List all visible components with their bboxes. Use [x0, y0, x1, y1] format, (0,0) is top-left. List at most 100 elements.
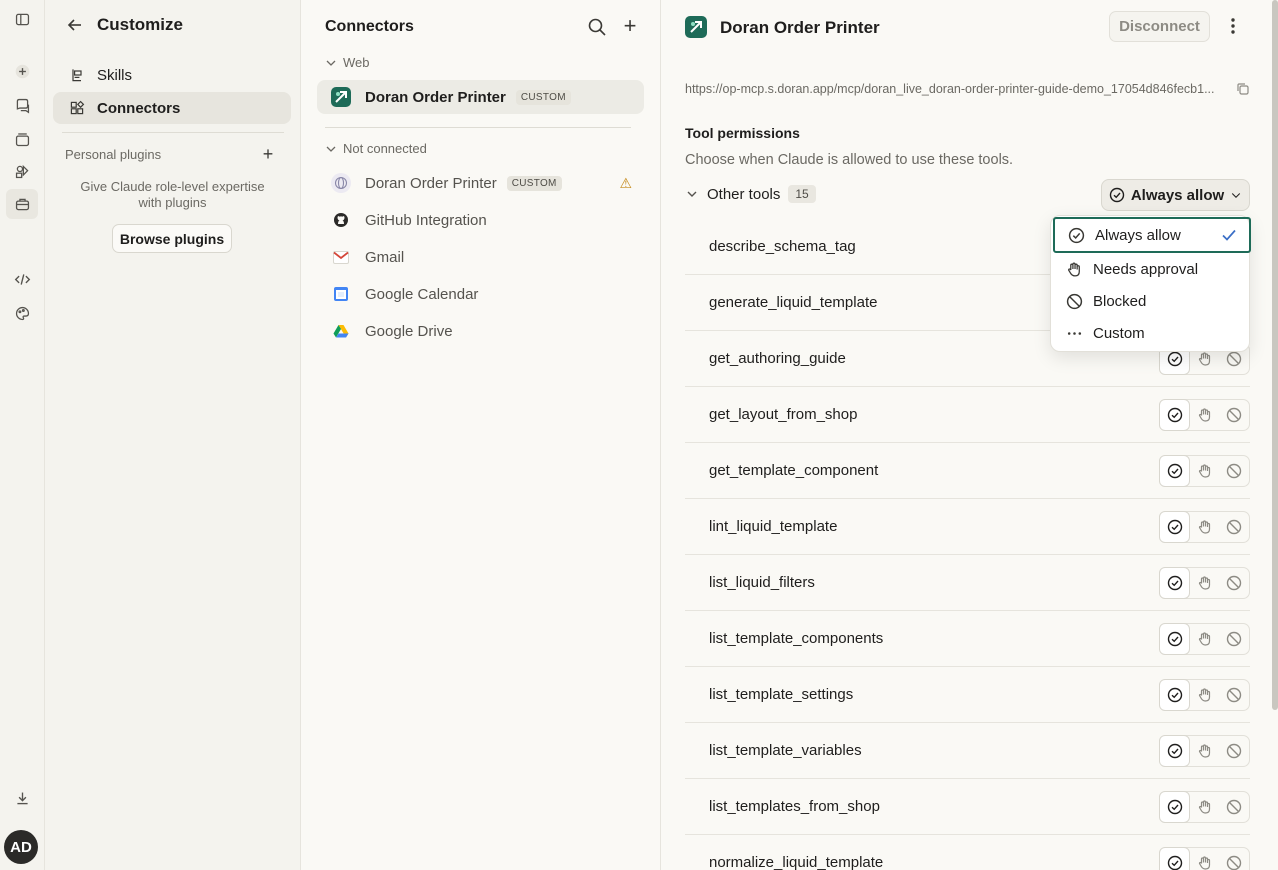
- projects-icon[interactable]: [11, 128, 33, 150]
- approval-permission-button[interactable]: [1190, 400, 1219, 430]
- google-drive-icon: [331, 321, 351, 341]
- connector-detail-panel: Doran Order Printer Disconnect https://o…: [661, 0, 1278, 870]
- disconnect-button[interactable]: Disconnect: [1109, 11, 1210, 42]
- chevron-down-icon: [687, 191, 697, 197]
- block-permission-button[interactable]: [1220, 680, 1249, 710]
- nav-item-connectors[interactable]: Connectors: [53, 92, 291, 124]
- tool-row: list_template_components: [685, 611, 1250, 667]
- divider: [325, 127, 631, 128]
- block-permission-button[interactable]: [1220, 736, 1249, 766]
- approval-permission-button[interactable]: [1190, 792, 1219, 822]
- tool-name: list_template_components: [709, 630, 884, 647]
- add-plugin-icon[interactable]: +: [259, 145, 277, 163]
- section-web[interactable]: Web: [325, 55, 370, 70]
- tool-name: list_template_settings: [709, 686, 854, 703]
- tool-row: get_template_component: [685, 443, 1250, 499]
- add-connector-icon[interactable]: +: [620, 15, 640, 37]
- group-permission-dropdown[interactable]: Always allow: [1101, 179, 1250, 211]
- allow-permission-button[interactable]: [1159, 791, 1191, 823]
- connector-url: https://op-mcp.s.doran.app/mcp/doran_liv…: [685, 82, 1215, 96]
- check-circle-icon: [1167, 351, 1182, 367]
- approval-permission-button[interactable]: [1190, 568, 1219, 598]
- github-icon: [331, 210, 351, 230]
- blocked-icon: [1227, 463, 1242, 479]
- block-permission-button[interactable]: [1220, 624, 1249, 654]
- check-circle-icon: [1167, 631, 1182, 647]
- option-always-allow[interactable]: Always allow: [1053, 217, 1251, 253]
- option-needs-approval[interactable]: Needs approval: [1055, 253, 1247, 285]
- allow-permission-button[interactable]: [1159, 399, 1191, 431]
- more-options-icon[interactable]: [1223, 16, 1243, 36]
- chevron-down-icon: [326, 60, 336, 66]
- download-icon[interactable]: [11, 787, 33, 809]
- block-permission-button[interactable]: [1220, 512, 1249, 542]
- divider: [62, 132, 284, 133]
- connector-item-google-calendar[interactable]: Google Calendar: [317, 277, 644, 311]
- other-tools-toggle[interactable]: Other tools 15: [685, 185, 816, 203]
- allow-permission-button[interactable]: [1159, 847, 1191, 870]
- palette-icon[interactable]: [11, 302, 33, 324]
- approval-permission-button[interactable]: [1190, 624, 1219, 654]
- new-chat-icon[interactable]: [11, 60, 33, 82]
- blocked-icon: [1227, 519, 1242, 535]
- code-icon[interactable]: [11, 268, 33, 290]
- hand-icon: [1198, 352, 1211, 366]
- option-blocked[interactable]: Blocked: [1055, 285, 1247, 317]
- connector-item-doran-order-printer-custom[interactable]: Doran Order Printer CUSTOM ⚠: [317, 166, 644, 200]
- allow-permission-button[interactable]: [1159, 735, 1191, 767]
- sidebar-toggle-icon[interactable]: [11, 8, 33, 30]
- tool-permission-toggle: [1159, 399, 1250, 431]
- plugins-description: Give Claude role-level expertise with pl…: [80, 179, 265, 210]
- copy-icon[interactable]: [1236, 82, 1250, 96]
- browse-plugins-button[interactable]: Browse plugins: [112, 224, 232, 253]
- hand-icon: [1198, 688, 1211, 702]
- allow-permission-button[interactable]: [1159, 567, 1191, 599]
- connector-item-github[interactable]: GitHub Integration: [317, 203, 644, 237]
- avatar[interactable]: AD: [4, 830, 38, 864]
- allow-permission-button[interactable]: [1159, 623, 1191, 655]
- allow-permission-button[interactable]: [1159, 511, 1191, 543]
- allow-permission-button[interactable]: [1159, 679, 1191, 711]
- tool-permission-toggle: [1159, 567, 1250, 599]
- connectors-icon: [70, 100, 85, 115]
- hand-icon: [1198, 800, 1211, 814]
- allow-permission-button[interactable]: [1159, 455, 1191, 487]
- block-permission-button[interactable]: [1220, 568, 1249, 598]
- tool-row: list_liquid_filters: [685, 555, 1250, 611]
- warning-icon: ⚠: [619, 174, 632, 191]
- permission-dropdown-menu: Always allow Needs approval Blocked Cust…: [1050, 215, 1251, 352]
- approval-permission-button[interactable]: [1190, 512, 1219, 542]
- tool-permission-toggle: [1159, 679, 1250, 711]
- connector-item-google-drive[interactable]: Google Drive: [317, 314, 644, 348]
- search-icon[interactable]: [587, 17, 607, 37]
- nav-item-skills[interactable]: Skills: [53, 59, 291, 91]
- connector-item-gmail[interactable]: Gmail: [317, 240, 644, 274]
- option-custom[interactable]: Custom: [1055, 317, 1247, 349]
- approval-permission-button[interactable]: [1190, 736, 1219, 766]
- approval-permission-button[interactable]: [1190, 456, 1219, 486]
- customize-icon[interactable]: [6, 189, 38, 219]
- check-circle-icon: [1109, 187, 1125, 203]
- tool-name: lint_liquid_template: [709, 518, 838, 535]
- back-arrow-icon[interactable]: [65, 15, 85, 35]
- chats-icon[interactable]: [11, 94, 33, 116]
- globe-icon: [331, 173, 351, 193]
- block-permission-button[interactable]: [1220, 400, 1249, 430]
- section-not-connected[interactable]: Not connected: [325, 141, 427, 156]
- hand-icon: [1198, 408, 1211, 422]
- blocked-icon: [1227, 631, 1242, 647]
- hand-icon: [1198, 520, 1211, 534]
- tool-name: get_authoring_guide: [709, 350, 846, 367]
- block-permission-button[interactable]: [1220, 848, 1249, 870]
- approval-permission-button[interactable]: [1190, 848, 1219, 870]
- connectors-panel: Connectors + Web Doran Order Printer CUS…: [301, 0, 661, 870]
- block-permission-button[interactable]: [1220, 792, 1249, 822]
- check-circle-icon: [1167, 407, 1182, 423]
- tool-row: normalize_liquid_template: [685, 835, 1250, 870]
- scrollbar[interactable]: [1272, 0, 1278, 710]
- connector-item-doran-order-printer[interactable]: Doran Order Printer CUSTOM: [317, 80, 644, 114]
- checkmark-icon: [1222, 229, 1236, 241]
- approval-permission-button[interactable]: [1190, 680, 1219, 710]
- block-permission-button[interactable]: [1220, 456, 1249, 486]
- artifacts-icon[interactable]: [11, 160, 33, 182]
